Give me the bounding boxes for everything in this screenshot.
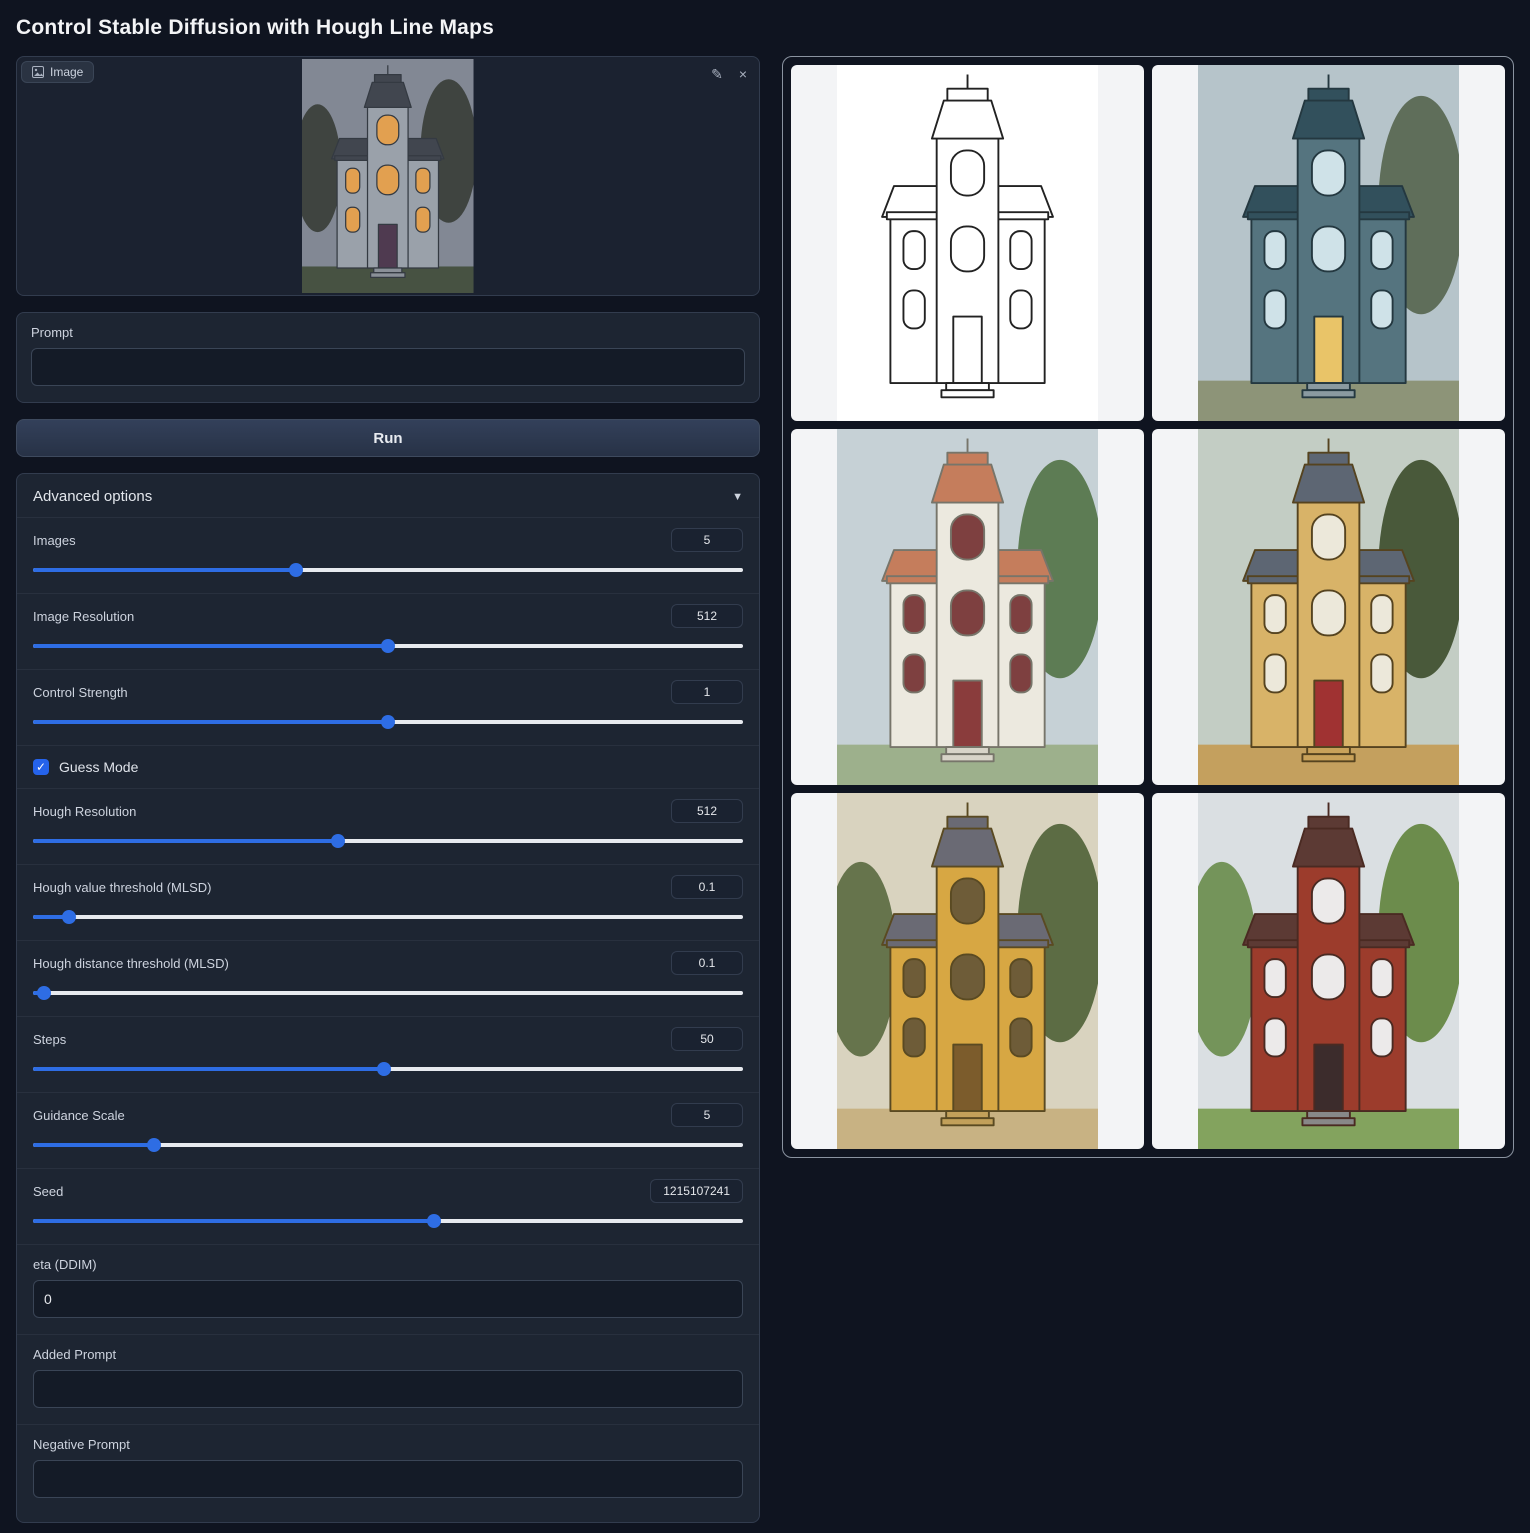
added-prompt-input[interactable]: [33, 1370, 743, 1408]
output-gallery: [782, 56, 1514, 1158]
guidance-scale-value-input[interactable]: 5: [671, 1103, 743, 1127]
slider-track: [33, 915, 743, 919]
generated-image: [1198, 65, 1459, 421]
gallery-item-white-victorian[interactable]: [791, 429, 1144, 785]
hough-distance-threshold-slider[interactable]: [33, 986, 743, 1000]
images-label: Images: [33, 533, 76, 548]
negative-prompt-control: Negative Prompt: [17, 1424, 759, 1514]
slider-handle[interactable]: [37, 986, 51, 1000]
generated-image: [837, 793, 1098, 1149]
hough-resolution-control: Hough Resolution 512: [17, 788, 759, 864]
clear-image-button[interactable]: ×: [737, 65, 749, 83]
input-image[interactable]: [19, 59, 757, 293]
images-value-input[interactable]: 5: [671, 528, 743, 552]
input-image-art: [302, 59, 474, 293]
control-strength-label: Control Strength: [33, 685, 128, 700]
slider-handle[interactable]: [427, 1214, 441, 1228]
hough-resolution-label: Hough Resolution: [33, 804, 136, 819]
control-strength-control: Control Strength 1: [17, 669, 759, 745]
prompt-label: Prompt: [31, 325, 745, 340]
images-slider[interactable]: [33, 563, 743, 577]
seed-control: Seed 1215107241: [17, 1168, 759, 1244]
added-prompt-control: Added Prompt: [17, 1334, 759, 1424]
generated-image: [837, 65, 1098, 421]
hough-resolution-slider[interactable]: [33, 834, 743, 848]
guess-mode-checkbox[interactable]: ✓ Guess Mode: [17, 745, 759, 788]
image-resolution-value-input[interactable]: 512: [671, 604, 743, 628]
slider-handle[interactable]: [331, 834, 345, 848]
advanced-options-accordion[interactable]: Advanced options ▼: [17, 474, 759, 517]
hough-value-threshold-label: Hough value threshold (MLSD): [33, 880, 211, 895]
control-strength-slider[interactable]: [33, 715, 743, 729]
chevron-down-icon: ▼: [732, 491, 743, 503]
prompt-input[interactable]: [31, 348, 745, 386]
slider-track: [33, 1219, 743, 1223]
image-tab[interactable]: Image: [21, 61, 94, 83]
image-tab-label: Image: [50, 65, 83, 79]
image-icon: [32, 66, 44, 78]
slider-track: [33, 839, 743, 843]
advanced-options-title: Advanced options: [33, 488, 152, 505]
slider-handle[interactable]: [147, 1138, 161, 1152]
negative-prompt-label: Negative Prompt: [33, 1437, 743, 1452]
run-button[interactable]: Run: [16, 419, 760, 457]
image-resolution-slider[interactable]: [33, 639, 743, 653]
checkbox-check-icon: ✓: [33, 759, 49, 775]
guidance-scale-control: Guidance Scale 5: [17, 1092, 759, 1168]
page-title: Control Stable Diffusion with Hough Line…: [16, 16, 1514, 40]
slider-track: [33, 991, 743, 995]
eta-control: eta (DDIM): [17, 1244, 759, 1334]
hough-distance-threshold-value-input[interactable]: 0.1: [671, 951, 743, 975]
negative-prompt-input[interactable]: [33, 1460, 743, 1498]
slider-track: [33, 1143, 743, 1147]
seed-value-input[interactable]: 1215107241: [650, 1179, 743, 1203]
image-resolution-control: Image Resolution 512: [17, 593, 759, 669]
steps-control: Steps 50: [17, 1016, 759, 1092]
hough-value-threshold-control: Hough value threshold (MLSD) 0.1: [17, 864, 759, 940]
hough-resolution-value-input[interactable]: 512: [671, 799, 743, 823]
slider-handle[interactable]: [62, 910, 76, 924]
guidance-scale-slider[interactable]: [33, 1138, 743, 1152]
hough-distance-threshold-control: Hough distance threshold (MLSD) 0.1: [17, 940, 759, 1016]
gallery-item-red-brick-victorian[interactable]: [1152, 793, 1505, 1149]
guidance-scale-label: Guidance Scale: [33, 1108, 125, 1123]
hough-value-threshold-slider[interactable]: [33, 910, 743, 924]
generated-image: [1198, 429, 1459, 785]
control-strength-value-input[interactable]: 1: [671, 680, 743, 704]
slider-track: [33, 568, 743, 572]
pencil-icon: ✎: [711, 66, 723, 82]
slider-handle[interactable]: [381, 715, 395, 729]
prompt-panel: Prompt: [16, 312, 760, 403]
eta-input[interactable]: [33, 1280, 743, 1318]
advanced-options-panel: Advanced options ▼ Images 5: [16, 473, 760, 1523]
eta-label: eta (DDIM): [33, 1257, 743, 1272]
steps-label: Steps: [33, 1032, 66, 1047]
generated-image: [1198, 793, 1459, 1149]
guess-mode-label: Guess Mode: [59, 759, 138, 775]
gallery-item-golden-victorian[interactable]: [791, 793, 1144, 1149]
edit-image-button[interactable]: ✎: [709, 65, 725, 83]
hough-value-threshold-value-input[interactable]: 0.1: [671, 875, 743, 899]
slider-handle[interactable]: [381, 639, 395, 653]
generated-image: [837, 429, 1098, 785]
input-image-panel: Image ✎ ×: [16, 56, 760, 296]
steps-slider[interactable]: [33, 1062, 743, 1076]
gallery-item-hough-line-map[interactable]: [791, 65, 1144, 421]
seed-slider[interactable]: [33, 1214, 743, 1228]
close-icon: ×: [739, 66, 747, 82]
seed-label: Seed: [33, 1184, 63, 1199]
steps-value-input[interactable]: 50: [671, 1027, 743, 1051]
images-control: Images 5: [17, 517, 759, 593]
gallery-item-tan-victorian[interactable]: [1152, 429, 1505, 785]
image-resolution-label: Image Resolution: [33, 609, 134, 624]
slider-handle[interactable]: [289, 563, 303, 577]
gallery-item-teal-victorian[interactable]: [1152, 65, 1505, 421]
hough-distance-threshold-label: Hough distance threshold (MLSD): [33, 956, 229, 971]
slider-handle[interactable]: [377, 1062, 391, 1076]
added-prompt-label: Added Prompt: [33, 1347, 743, 1362]
